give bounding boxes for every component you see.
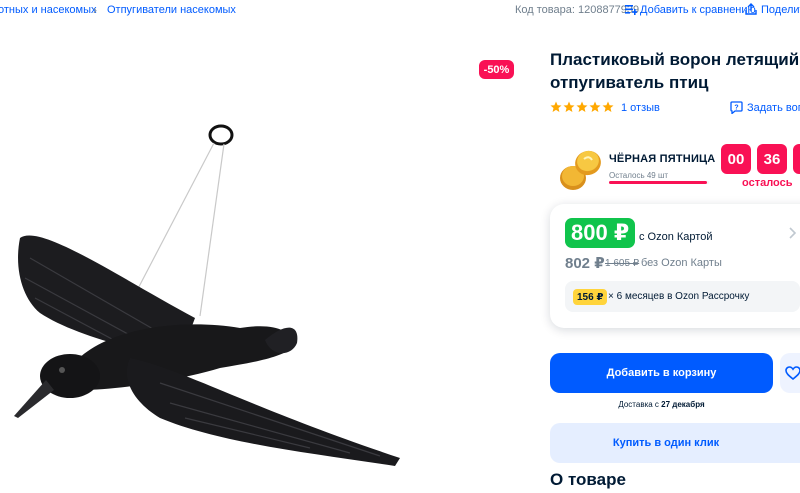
ask-question-link[interactable]: Задать вопрос bbox=[747, 102, 800, 114]
heart-icon bbox=[785, 366, 800, 380]
favorite-button[interactable] bbox=[780, 353, 800, 393]
sku-text: Код товара: 1208877939 bbox=[515, 4, 640, 16]
star-icon bbox=[563, 101, 575, 112]
promo-stock-bar bbox=[609, 181, 709, 184]
breadcrumb-item-insect-repellents[interactable]: Отпугиватели насекомых bbox=[107, 4, 236, 16]
star-icon bbox=[576, 101, 588, 112]
timer-label: осталось bbox=[742, 177, 793, 189]
regular-price-label: без Ozon Карты bbox=[641, 257, 722, 269]
product-title: Пластиковый ворон летящий отпугиватель п… bbox=[550, 50, 800, 92]
compare-icon[interactable] bbox=[625, 3, 637, 15]
star-icon bbox=[589, 101, 601, 112]
buy-one-click-button[interactable]: Купить в один клик bbox=[550, 423, 800, 463]
add-to-compare-link[interactable]: Добавить к сравнению bbox=[640, 4, 756, 16]
installment-text: × 6 месяцев в Ozon Рассрочку bbox=[608, 291, 750, 302]
top-bar: отных и насекомых › Отпугиватели насеком… bbox=[0, 0, 800, 22]
timer-hours: 00 bbox=[721, 144, 751, 174]
ozon-card-price: 800 ₽ bbox=[565, 218, 636, 248]
about-product-heading: О товаре bbox=[550, 470, 626, 489]
old-price: 1 605 ₽ bbox=[605, 258, 640, 269]
star-icon bbox=[550, 101, 562, 112]
promo-label: ЧЁРНАЯ ПЯТНИЦА bbox=[609, 153, 716, 165]
question-icon[interactable]: ? bbox=[730, 101, 743, 114]
svg-text:?: ? bbox=[734, 104, 738, 111]
chevron-right-icon[interactable] bbox=[788, 226, 798, 240]
installment-badge: 156 ₽ bbox=[573, 289, 608, 305]
ozon-card-price-label: с Ozon Картой bbox=[639, 231, 713, 243]
price-card[interactable]: 800 ₽ с Ozon Картой 802 ₽ 1 605 ₽ без Oz… bbox=[550, 204, 800, 328]
share-link[interactable]: Поделиться bbox=[761, 4, 800, 16]
share-icon[interactable] bbox=[745, 3, 757, 15]
breadcrumb-item-pest-control[interactable]: отных и насекомых bbox=[0, 4, 96, 16]
promo-stock-bar-fill bbox=[609, 181, 707, 184]
timer-seconds: 15 bbox=[793, 144, 800, 174]
delivery-prefix: Доставка с bbox=[618, 400, 659, 409]
chevron-right-icon: › bbox=[93, 3, 97, 17]
rating-stars[interactable] bbox=[550, 101, 614, 113]
buy-one-click-label: Купить в один клик bbox=[612, 437, 720, 449]
delivery-info: Доставка с 27 декабря bbox=[550, 400, 773, 409]
timer-minutes: 36 bbox=[757, 144, 787, 174]
product-image[interactable] bbox=[10, 118, 410, 478]
regular-price: 802 ₽ bbox=[565, 255, 605, 272]
star-icon bbox=[602, 101, 614, 112]
promo-stock-text: Осталось 49 шт bbox=[609, 171, 669, 180]
coins-icon bbox=[560, 150, 601, 190]
reviews-link[interactable]: 1 отзыв bbox=[621, 102, 660, 114]
discount-badge: -50% bbox=[479, 60, 514, 79]
installment-row[interactable]: 156 ₽ × 6 месяцев в Ozon Рассрочку bbox=[565, 281, 800, 312]
delivery-date: 27 декабря bbox=[661, 400, 705, 409]
add-to-cart-button[interactable]: Добавить в корзину bbox=[550, 353, 773, 393]
countdown-timer: 00 36 15 bbox=[721, 144, 800, 174]
